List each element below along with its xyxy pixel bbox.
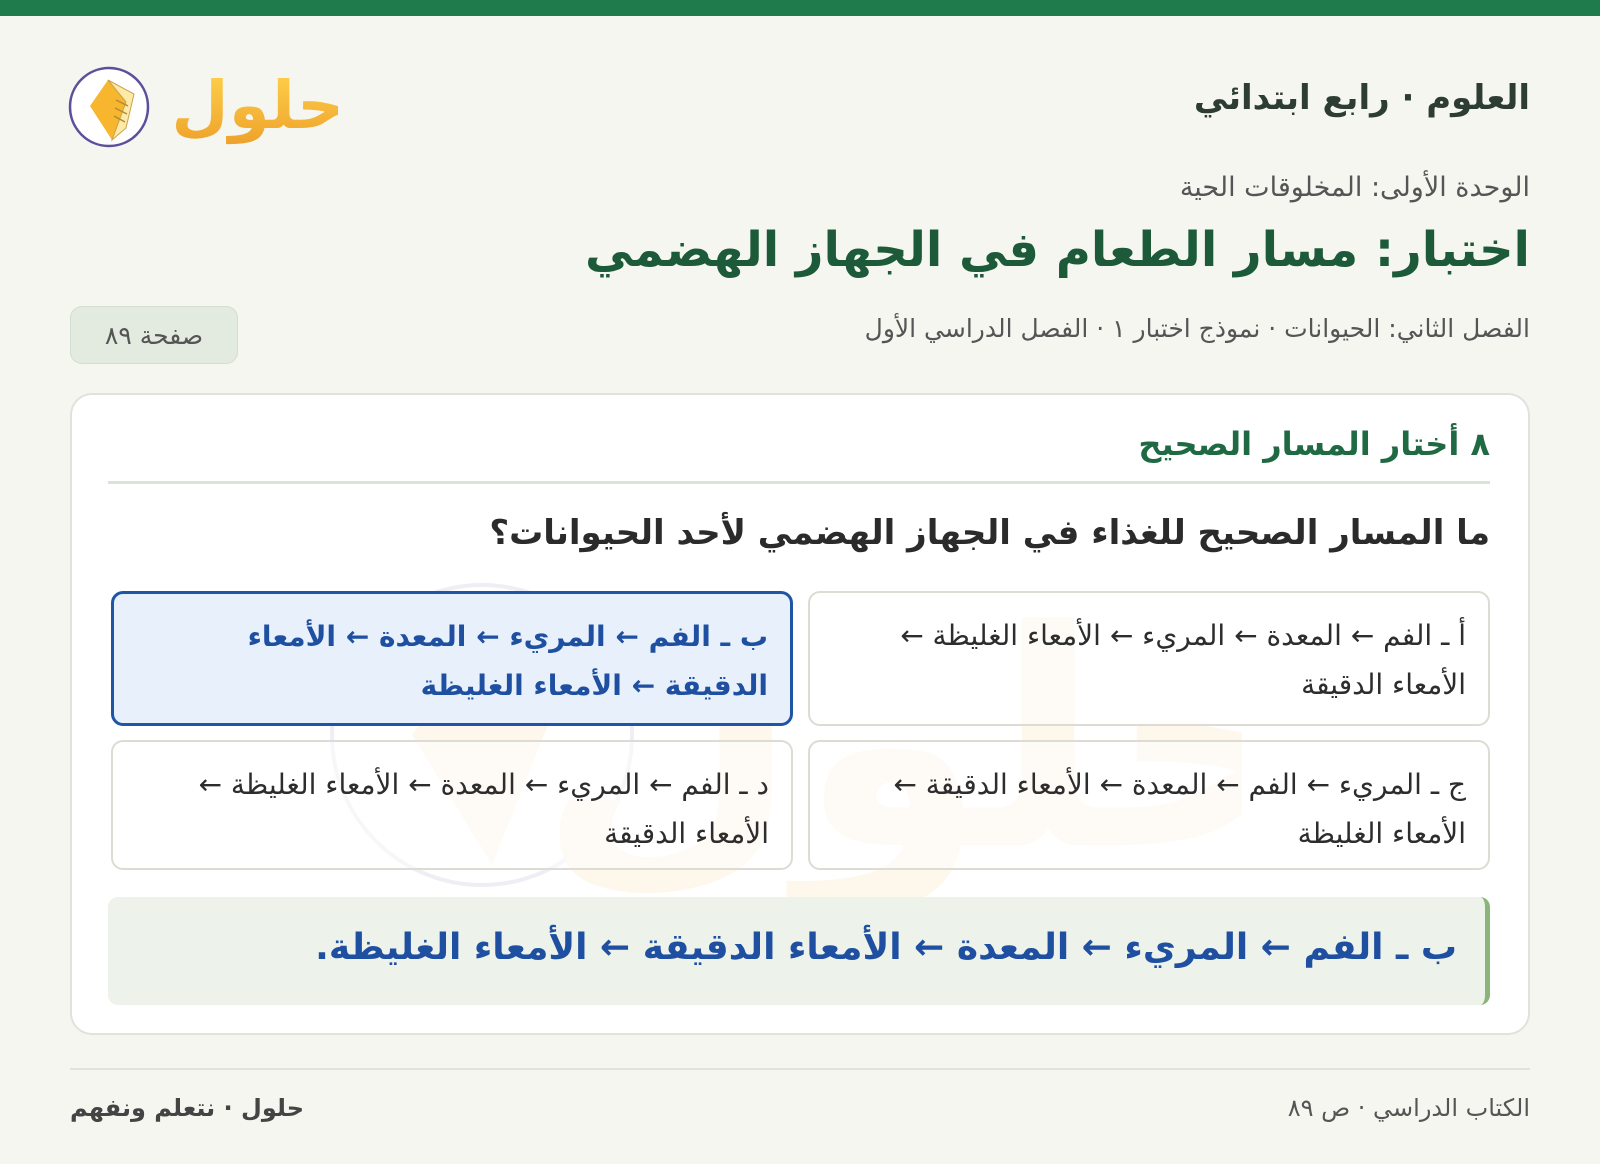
logo-wordmark: حلول [171, 67, 338, 145]
option-c[interactable]: ج ـ المريء ← الفم ← المعدة ← الأمعاء الد… [808, 740, 1490, 870]
question-text: ما المسار الصحيح للغذاء في الجهاز الهضمي… [489, 513, 1490, 553]
lesson-meta: الفصل الثاني: الحيوانات · نموذج اختبار ١… [864, 314, 1530, 343]
page-number-badge: صفحة ٨٩ [70, 306, 238, 364]
footer-brand: حلول · نتعلم ونفهم [70, 1094, 304, 1122]
section-divider [108, 481, 1490, 484]
footer-book-page: الكتاب الدراسي · ص ٨٩ [1287, 1094, 1530, 1122]
footer-divider [70, 1068, 1530, 1070]
unit-label: الوحدة الأولى: المخلوقات الحية [1179, 172, 1530, 203]
page-title: اختبار: مسار الطعام في الجهاز الهضمي [585, 222, 1530, 278]
section-heading: ٨ أختار المسار الصحيح [1138, 425, 1490, 463]
question-card: حلول ٨ أختار المسار الصحيح ما المسار الص… [70, 393, 1530, 1035]
answer-box: ب ـ الفم ← المريء ← المعدة ← الأمعاء الد… [108, 897, 1490, 1005]
book-leaf-logo-icon [68, 66, 150, 148]
top-accent-bar [0, 0, 1600, 16]
option-d[interactable]: د ـ الفم ← المريء ← المعدة ← الأمعاء الغ… [111, 740, 793, 870]
subject-heading: العلوم · رابع ابتدائي [1193, 78, 1530, 118]
option-b-selected[interactable]: ب ـ الفم ← المريء ← المعدة ← الأمعاء الد… [111, 591, 793, 726]
hulul-logo: حلول [68, 66, 338, 148]
option-a[interactable]: أ ـ الفم ← المعدة ← المريء ← الأمعاء الغ… [808, 591, 1490, 726]
